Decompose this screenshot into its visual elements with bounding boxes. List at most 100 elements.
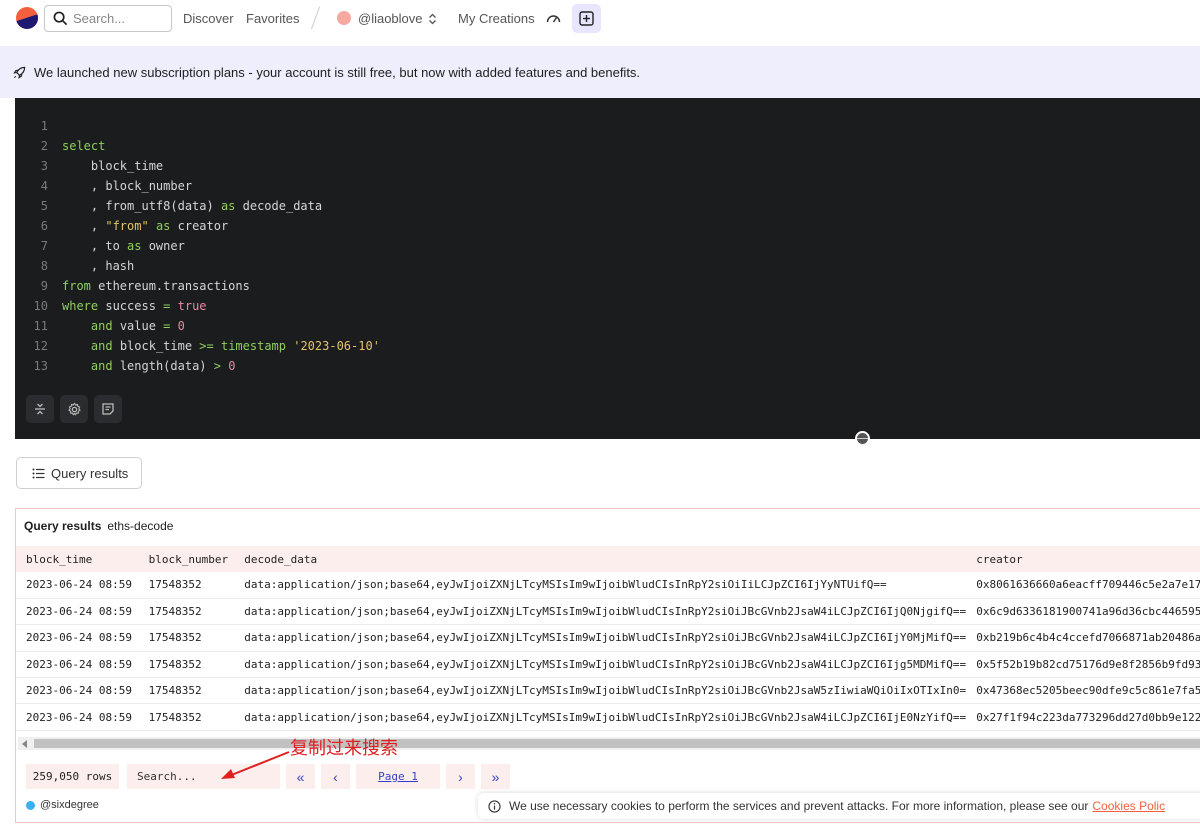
- table-cell[interactable]: 17548352: [138, 677, 235, 705]
- table-cell[interactable]: 17548352: [138, 572, 235, 599]
- nav-discover-link[interactable]: Discover: [183, 11, 234, 26]
- table-cell[interactable]: data:application/json;base64,eyJwIjoiZXN…: [234, 677, 967, 705]
- code-line[interactable]: 7 , to as owner: [15, 236, 1200, 256]
- code-line[interactable]: 10 where success = true: [15, 296, 1200, 316]
- column-header-creator[interactable]: creator: [966, 546, 1200, 572]
- nav-favorites-link[interactable]: Favorites: [246, 11, 299, 26]
- keyword: as: [127, 239, 142, 253]
- table-cell[interactable]: 17548352: [138, 624, 235, 652]
- table-cell[interactable]: 17548352: [138, 703, 235, 731]
- table-cell[interactable]: data:application/json;base64,eyJwIjoiZXN…: [234, 572, 967, 599]
- string-literal: '2023-06-10': [286, 339, 380, 353]
- code-text: block_time: [90, 159, 164, 173]
- nav-divider: [310, 6, 321, 30]
- note-icon: [102, 403, 114, 415]
- column-header-decode-data[interactable]: decode_data: [234, 546, 967, 572]
- dune-logo[interactable]: [16, 7, 38, 29]
- code-text: owner: [141, 239, 185, 253]
- results-title: Query results: [24, 519, 102, 533]
- code-line[interactable]: 1: [15, 116, 1200, 136]
- code-line[interactable]: 11 and value = 0: [15, 316, 1200, 336]
- code-line[interactable]: 2 select: [15, 136, 1200, 156]
- keyword: and: [90, 319, 113, 333]
- code-line[interactable]: 6 , "from" as creator: [15, 216, 1200, 236]
- keyword: as: [148, 219, 171, 233]
- new-query-button[interactable]: [572, 4, 601, 33]
- format-query-button[interactable]: [26, 395, 54, 423]
- column-header-block-number[interactable]: block_number: [138, 546, 235, 572]
- table-cell[interactable]: 0xb219b6c4b4c4ccefd7066871ab20486a: [966, 624, 1200, 652]
- code-text: value: [112, 319, 164, 333]
- snippet-button[interactable]: [94, 395, 122, 423]
- code-line[interactable]: 4 , block_number: [15, 176, 1200, 196]
- table-cell[interactable]: 2023-06-24 08:59: [16, 677, 139, 705]
- query-owner[interactable]: @sixdegree: [26, 799, 99, 811]
- table-row: 2023-06-24 08:59 17548352 data:applicati…: [16, 598, 1200, 626]
- editor-settings-button[interactable]: [60, 395, 88, 423]
- table-cell[interactable]: data:application/json;base64,eyJwIjoiZXN…: [234, 703, 967, 731]
- editor-resize-handle[interactable]: [855, 431, 870, 446]
- table-cell[interactable]: data:application/json;base64,eyJwIjoiZXN…: [234, 624, 967, 652]
- table-row: 2023-06-24 08:59 17548352 data:applicati…: [16, 572, 1200, 599]
- sql-editor[interactable]: 1 2 select 3 block_time 4 , block_number …: [15, 98, 1200, 439]
- nav-my-creations-link[interactable]: My Creations: [458, 11, 535, 26]
- table-cell[interactable]: 2023-06-24 08:59: [16, 624, 139, 652]
- query-results-tab[interactable]: Query results: [16, 457, 142, 489]
- code-line[interactable]: 12 and block_time >= timestamp '2023-06-…: [15, 336, 1200, 356]
- last-page-button[interactable]: »: [481, 764, 510, 789]
- operator: >: [213, 359, 221, 373]
- code-line[interactable]: 5 , from_utf8(data) as decode_data: [15, 196, 1200, 216]
- user-avatar[interactable]: [337, 11, 351, 25]
- code-line[interactable]: 8 , hash: [15, 256, 1200, 276]
- chevron-left-icon: ‹: [333, 768, 338, 785]
- line-number: 10: [33, 299, 48, 313]
- code-line[interactable]: 13 and length(data) > 0: [15, 356, 1200, 376]
- table-cell[interactable]: 2023-06-24 08:59: [16, 598, 139, 626]
- string-literal: "from": [105, 219, 149, 233]
- cookie-text: We use necessary cookies to perform the …: [509, 799, 1089, 813]
- chevron-right-icon: ›: [458, 768, 463, 785]
- table-cell[interactable]: 0x6c9d6336181900741a96d36cbc446595: [966, 598, 1200, 626]
- table-cell[interactable]: data:application/json;base64,eyJwIjoiZXN…: [234, 651, 967, 679]
- global-search-input[interactable]: Search...: [44, 5, 172, 32]
- code-line[interactable]: 3 block_time: [15, 156, 1200, 176]
- table-cell[interactable]: 17548352: [138, 598, 235, 626]
- table-cell[interactable]: 2023-06-24 08:59: [16, 651, 139, 679]
- page-indicator[interactable]: Page 1: [356, 764, 440, 789]
- top-nav: Search... Discover Favorites @liaoblove …: [0, 0, 1200, 46]
- code-line[interactable]: 9 from ethereum.transactions: [15, 276, 1200, 296]
- table-cell[interactable]: 0x47368ec5205beec90dfe9c5c861e7fa5: [966, 677, 1200, 705]
- user-name-dropdown[interactable]: @liaoblove: [358, 11, 423, 26]
- horizontal-scrollbar[interactable]: [18, 737, 1200, 750]
- line-number: 5: [40, 199, 48, 213]
- search-icon: [53, 11, 68, 26]
- table-cell[interactable]: 17548352: [138, 651, 235, 679]
- keyword: timestamp: [213, 339, 286, 353]
- table-cell[interactable]: data:application/json;base64,eyJwIjoiZXN…: [234, 598, 967, 626]
- owner-name: @sixdegree: [40, 799, 99, 811]
- gauge-icon[interactable]: [546, 12, 561, 24]
- line-number: 3: [40, 159, 48, 173]
- code-text: ethereum.transactions: [90, 279, 250, 293]
- code-text: success: [98, 299, 164, 313]
- results-header: Query results eths-decode: [24, 519, 173, 533]
- scroll-left-arrow[interactable]: [22, 740, 27, 748]
- table-cell[interactable]: 2023-06-24 08:59: [16, 703, 139, 731]
- cookie-notice: We use necessary cookies to perform the …: [478, 793, 1200, 819]
- table-cell[interactable]: 0x27f1f94c223da773296dd27d0bb9e122: [966, 703, 1200, 731]
- query-results-tab-label: Query results: [51, 465, 129, 481]
- line-number: 1: [40, 119, 48, 133]
- query-name: eths-decode: [107, 519, 174, 533]
- chevron-updown-icon[interactable]: [428, 13, 437, 25]
- table-cell[interactable]: 0x5f52b19b82cd75176d9e8f2856b9fd93: [966, 651, 1200, 679]
- cookies-policy-link[interactable]: Cookies Polic: [1092, 799, 1165, 813]
- table-cell[interactable]: 0x8061636660a6eacff709446c5e2a7e17: [966, 572, 1200, 599]
- table-cell[interactable]: 2023-06-24 08:59: [16, 572, 139, 599]
- column-header-block-time[interactable]: block_time: [16, 546, 139, 572]
- gear-icon: [67, 402, 81, 416]
- prev-page-button[interactable]: ‹: [321, 764, 350, 789]
- scrollbar-thumb[interactable]: [34, 739, 1200, 748]
- line-number: 4: [40, 179, 48, 193]
- banner-text: We launched new subscription plans - you…: [34, 64, 641, 80]
- next-page-button[interactable]: ›: [446, 764, 475, 789]
